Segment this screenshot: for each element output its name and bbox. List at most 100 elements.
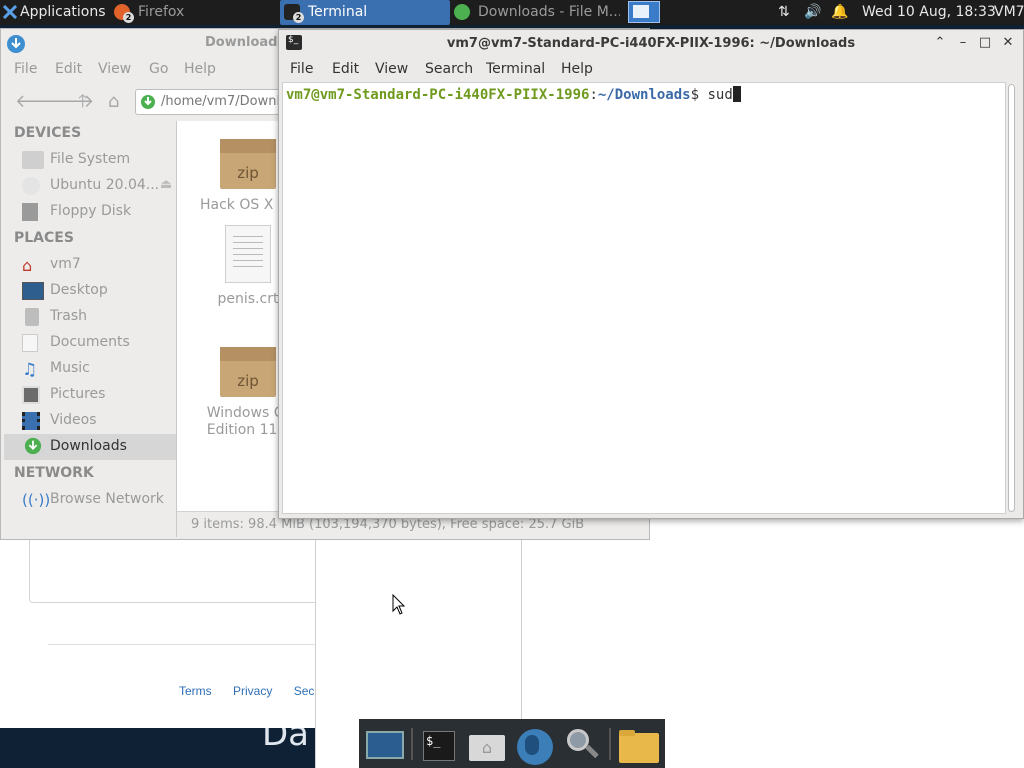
music-note-icon: ♫ (22, 360, 38, 380)
task-file-manager[interactable]: Downloads - File M... (450, 0, 620, 25)
home-icon[interactable]: ⌂ (108, 93, 119, 111)
mouse-pointer-icon (392, 594, 406, 615)
sidebar-item-label: Videos (50, 412, 97, 428)
sidebar-item-music[interactable]: ♫ Music (4, 356, 176, 382)
optical-disc-icon (22, 177, 40, 195)
minimize-icon[interactable]: – (954, 34, 972, 52)
text-cursor (732, 86, 741, 102)
sidebar-item-label: Downloads (50, 438, 127, 454)
sidebar-header-devices: DEVICES (14, 125, 82, 141)
location-bar[interactable]: /home/vm7/Downl (135, 89, 295, 115)
sidebar-header-places: PLACES (14, 230, 74, 246)
eject-icon[interactable]: ⏏ (160, 177, 172, 192)
prompt-separator: : (589, 87, 598, 103)
scrollbar-thumb[interactable] (1008, 84, 1015, 512)
prompt-symbol: $ (690, 87, 700, 103)
workspace-switcher[interactable] (628, 1, 660, 23)
roll-up-icon[interactable]: ⌃ (931, 34, 949, 52)
sidebar-item-documents[interactable]: Documents (4, 330, 176, 356)
menu-file[interactable]: File (290, 57, 313, 81)
sidebar-item-file-system[interactable]: File System (4, 147, 176, 173)
xfce-logo-icon (3, 5, 17, 19)
scrollbar[interactable] (1007, 84, 1017, 512)
task-label: Downloads - File M... (478, 4, 620, 20)
download-icon (454, 4, 470, 20)
folder-launcher-icon[interactable] (615, 725, 659, 765)
sidebar-item-trash[interactable]: Trash (4, 304, 176, 330)
applications-menu[interactable]: Applications (0, 0, 110, 25)
clock[interactable]: Wed 10 Aug, 18:33 (862, 0, 996, 25)
typed-command: sud (707, 87, 733, 103)
task-terminal[interactable]: 2 Terminal (280, 0, 450, 25)
sidebar-item-pictures[interactable]: Pictures (4, 382, 176, 408)
prompt-user-host: vm7@vm7-Standard-PC-i440FX-PIIX-1996 (286, 87, 590, 103)
terminal-window: $_ vm7@vm7-Standard-PC-i440FX-PIIX-1996:… (278, 29, 1024, 519)
menu-view[interactable]: View (375, 57, 408, 81)
menu-go[interactable]: Go (149, 57, 168, 81)
network-icon[interactable]: ⇅ (778, 0, 790, 25)
download-icon (141, 95, 155, 109)
sidebar-header-network: NETWORK (14, 465, 94, 481)
command-line: vm7@vm7-Standard-PC-i440FX-PIIX-1996:~/D… (286, 85, 741, 105)
home-folder-launcher-icon[interactable]: ⌂ (465, 725, 509, 765)
terminal-output[interactable]: vm7@vm7-Standard-PC-i440FX-PIIX-1996:~/D… (282, 82, 1006, 514)
up-arrow-icon[interactable]: 🡑 (78, 93, 87, 111)
terminal-titlebar[interactable]: $_ vm7@vm7-Standard-PC-i440FX-PIIX-1996:… (279, 30, 1023, 56)
privacy-link[interactable]: Privacy (233, 684, 272, 698)
task-label: Firefox (138, 4, 185, 20)
menu-file[interactable]: File (14, 57, 37, 81)
trash-icon (25, 308, 39, 326)
drive-icon (22, 151, 44, 169)
dock-panel: $_ ⌂ (359, 719, 665, 768)
download-folder-icon (7, 35, 25, 53)
menu-edit[interactable]: Edit (55, 57, 82, 81)
sidebar-item-downloads[interactable]: Downloads (4, 434, 176, 460)
floppy-disk-icon (22, 203, 38, 221)
menu-help[interactable]: Help (184, 57, 216, 81)
web-browser-launcher-icon[interactable] (513, 725, 557, 765)
menu-terminal[interactable]: Terminal (486, 57, 545, 81)
sidebar-item-label: Trash (50, 308, 87, 324)
terms-link[interactable]: Terms (179, 684, 212, 698)
film-strip-icon (22, 412, 40, 430)
notification-bell-icon[interactable]: 🔔 (831, 0, 848, 25)
search-launcher-icon[interactable] (561, 725, 605, 765)
sidebar-item-videos[interactable]: Videos (4, 408, 176, 434)
home-folder-icon: ⌂ (22, 256, 33, 275)
sidebar-item-label: Documents (50, 334, 130, 350)
sidebar: DEVICES File System Ubuntu 20.04... ⏏ Fl… (4, 121, 177, 537)
sidebar-item-label: File System (50, 151, 131, 167)
menu-search[interactable]: Search (425, 57, 473, 81)
volume-icon[interactable]: 🔊 (804, 0, 821, 25)
maximize-icon[interactable]: □ (976, 34, 994, 52)
user-menu[interactable]: VM7 (994, 0, 1024, 25)
sidebar-item-label: Floppy Disk (50, 203, 132, 219)
terminal-launcher-icon[interactable]: $_ (417, 725, 461, 765)
menu-edit[interactable]: Edit (332, 57, 359, 81)
sidebar-item-label: Browse Network (50, 491, 164, 507)
firefox-content-box (29, 538, 331, 603)
pictures-icon (22, 386, 40, 404)
zip-archive-icon: zip (220, 347, 276, 397)
sidebar-item-floppy[interactable]: Floppy Disk (4, 199, 176, 225)
terminal-menubar: File Edit View Search Terminal Help (279, 57, 1023, 81)
desktop-icon (22, 282, 44, 300)
prompt-path: ~/Downloads (597, 87, 691, 103)
sidebar-item-home[interactable]: ⌂ vm7 (4, 252, 176, 278)
sidebar-item-label: Pictures (50, 386, 106, 402)
menu-help[interactable]: Help (561, 57, 593, 81)
zip-archive-icon: zip (220, 139, 276, 189)
sidebar-item-desktop[interactable]: Desktop (4, 278, 176, 304)
sidebar-item-label: Desktop (50, 282, 108, 298)
menu-view[interactable]: View (98, 57, 131, 81)
window-count-badge: 2 (123, 12, 134, 23)
sidebar-item-ubuntu[interactable]: Ubuntu 20.04... ⏏ (4, 173, 176, 199)
sidebar-item-browse-network[interactable]: ((·)) Browse Network (4, 487, 176, 513)
firefox-divider (48, 644, 315, 645)
applications-label: Applications (20, 4, 106, 20)
task-firefox[interactable]: 2 Firefox (110, 0, 280, 25)
sidebar-item-label: vm7 (50, 256, 81, 272)
task-label: Terminal (308, 4, 368, 20)
show-desktop-icon[interactable] (363, 725, 407, 765)
close-icon[interactable]: ✕ (999, 34, 1017, 52)
